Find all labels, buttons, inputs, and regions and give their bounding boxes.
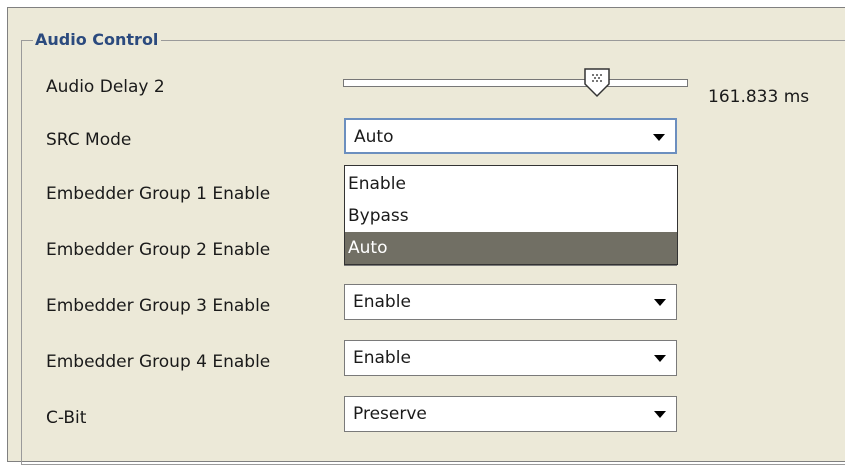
- option-bypass[interactable]: Bypass: [345, 200, 677, 232]
- c-bit-label: C-Bit: [46, 408, 87, 428]
- embedder-group-4-label: Embedder Group 4 Enable: [46, 352, 271, 372]
- src-mode-value: Auto: [354, 127, 394, 147]
- embedder-group-4-value: Enable: [353, 348, 411, 368]
- slider-thumb-icon: [584, 68, 610, 98]
- group-title: Audio Control: [33, 30, 162, 49]
- audio-delay-slider-track[interactable]: [343, 79, 688, 87]
- option-auto[interactable]: Auto: [345, 232, 677, 264]
- chevron-down-icon[interactable]: [654, 355, 666, 362]
- embedder-group-3-value: Enable: [353, 292, 411, 312]
- embedder-group-2-label: Embedder Group 2 Enable: [46, 240, 271, 260]
- audio-delay-value: 161.833 ms: [708, 87, 810, 107]
- c-bit-value: Preserve: [353, 404, 427, 424]
- embedder-group-4-dropdown[interactable]: Enable: [344, 340, 677, 376]
- c-bit-dropdown[interactable]: Preserve: [344, 396, 677, 432]
- embedder-group-3-label: Embedder Group 3 Enable: [46, 296, 271, 316]
- embedder-group-1-label: Embedder Group 1 Enable: [46, 184, 271, 204]
- chevron-down-icon[interactable]: [654, 411, 666, 418]
- option-enable[interactable]: Enable: [345, 168, 677, 200]
- chevron-down-icon[interactable]: [653, 134, 665, 141]
- src-mode-dropdown[interactable]: Auto: [344, 118, 677, 154]
- src-mode-label: SRC Mode: [46, 130, 132, 150]
- embedder-group-3-dropdown[interactable]: Enable: [344, 284, 677, 320]
- audio-delay-slider-thumb[interactable]: [584, 68, 610, 103]
- audio-delay-label: Audio Delay 2: [46, 77, 165, 97]
- chevron-down-icon[interactable]: [654, 299, 666, 306]
- src-mode-options-list: Enable Bypass Auto: [344, 165, 678, 265]
